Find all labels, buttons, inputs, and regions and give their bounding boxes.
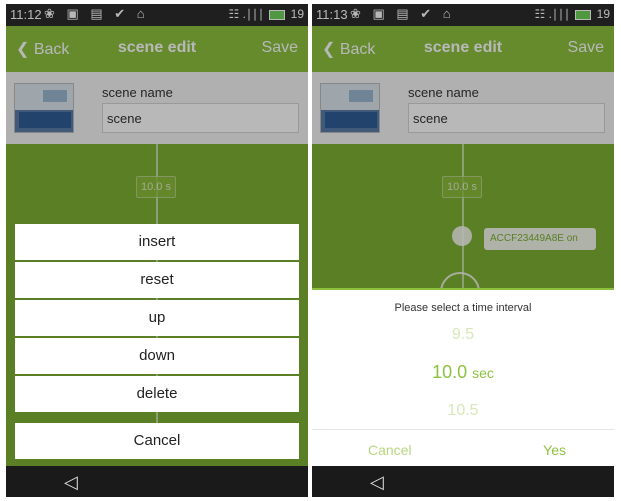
screenshot: 11:12 ❀ ▣ ▤ ✔ ⌂ ☷ .∣∣∣ 19 ❮ Back scene e… [0,0,621,501]
navigation-bar: ◁ [6,466,308,497]
phone-left: 11:12 ❀ ▣ ▤ ✔ ⌂ ☷ .∣∣∣ 19 ❮ Back scene e… [6,4,308,497]
picker-cancel-button[interactable]: Cancel [368,442,412,458]
picker-divider [312,429,614,430]
nav-back-icon[interactable]: ◁ [64,472,78,493]
delete-button[interactable]: delete [15,376,299,412]
cancel-button[interactable]: Cancel [15,423,299,459]
picker-selected-value: 10.0 [432,362,468,382]
insert-button[interactable]: insert [15,224,299,260]
picker-unit: sec [472,365,494,381]
nav-back-icon[interactable]: ◁ [370,472,384,493]
reset-button[interactable]: reset [15,262,299,298]
time-interval-picker: Please select a time interval 9.5 10.0 s… [312,288,614,466]
picker-title: Please select a time interval [394,302,532,314]
navigation-bar: ◁ [312,466,614,497]
picker-option-selected[interactable]: 10.0 sec [312,362,614,383]
up-button[interactable]: up [15,300,299,336]
picker-option-next[interactable]: 10.5 [312,402,614,420]
phone-right: 11:13 ❀ ▣ ▤ ✔ ⌂ ☷ .∣∣∣ 19 ❮ Back scene e… [312,4,614,497]
picker-yes-button[interactable]: Yes [543,442,566,458]
picker-option-previous[interactable]: 9.5 [312,326,614,344]
down-button[interactable]: down [15,338,299,374]
